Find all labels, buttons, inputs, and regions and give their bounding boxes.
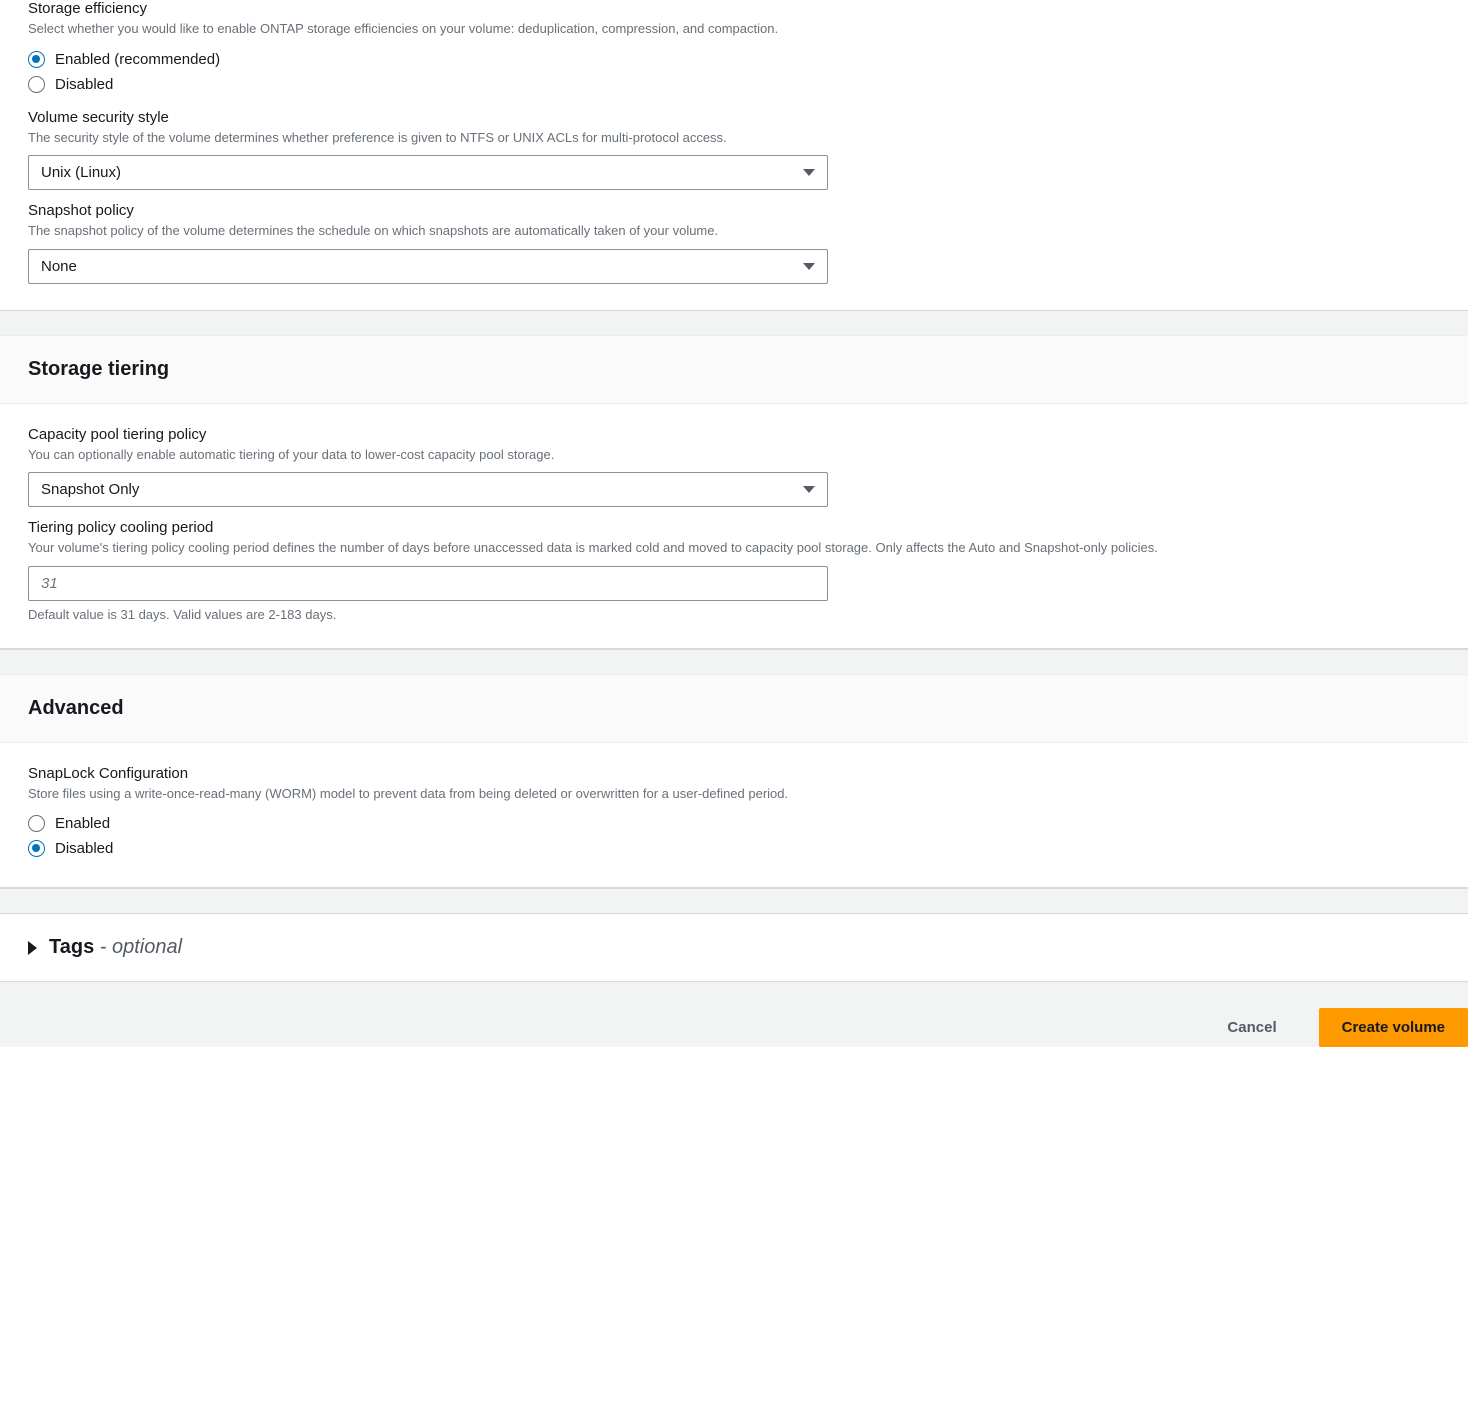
snaplock-enabled-label: Enabled [55,815,110,832]
snaplock-enabled-radio[interactable]: Enabled [28,811,1440,836]
tags-expander[interactable]: Tags - optional [0,913,1468,982]
volume-security-desc: The security style of the volume determi… [28,128,1440,148]
storage-efficiency-enabled-label: Enabled (recommended) [55,51,220,68]
volume-security-value: Unix (Linux) [41,164,121,181]
cooling-period-hint: Default value is 31 days. Valid values a… [28,607,1440,622]
capacity-pool-desc: You can optionally enable automatic tier… [28,445,1440,465]
capacity-pool-label: Capacity pool tiering policy [28,426,1440,443]
capacity-pool-select[interactable]: Snapshot Only [28,472,828,507]
tags-suffix: - optional [94,936,182,958]
volume-security-select[interactable]: Unix (Linux) [28,155,828,190]
snapshot-policy-desc: The snapshot policy of the volume determ… [28,221,1440,241]
storage-efficiency-enabled-radio[interactable]: Enabled (recommended) [28,47,1440,72]
storage-efficiency-desc: Select whether you would like to enable … [28,19,1440,39]
caret-down-icon [803,169,815,176]
snapshot-policy-select[interactable]: None [28,249,828,284]
tags-title: Tags [49,936,94,958]
radio-icon [28,815,45,832]
volume-security-label: Volume security style [28,109,1440,126]
caret-down-icon [803,263,815,270]
create-volume-button[interactable]: Create volume [1319,1008,1468,1047]
storage-efficiency-disabled-radio[interactable]: Disabled [28,72,1440,97]
snaplock-desc: Store files using a write-once-read-many… [28,784,1440,804]
snaplock-disabled-radio[interactable]: Disabled [28,836,1440,861]
storage-tiering-title: Storage tiering [28,358,1440,381]
radio-icon-selected [28,51,45,68]
storage-efficiency-label: Storage efficiency [28,0,1440,17]
snaplock-disabled-label: Disabled [55,840,113,857]
radio-icon [28,76,45,93]
cooling-period-desc: Your volume's tiering policy cooling per… [28,538,1440,558]
snapshot-policy-value: None [41,258,77,275]
radio-icon-selected [28,840,45,857]
snaplock-label: SnapLock Configuration [28,765,1440,782]
cooling-period-label: Tiering policy cooling period [28,519,1440,536]
storage-efficiency-disabled-label: Disabled [55,76,113,93]
caret-down-icon [803,486,815,493]
advanced-title: Advanced [28,697,1440,720]
cooling-period-input[interactable] [28,566,828,601]
cancel-button[interactable]: Cancel [1205,1009,1298,1046]
snapshot-policy-label: Snapshot policy [28,202,1440,219]
capacity-pool-value: Snapshot Only [41,481,139,498]
triangle-right-icon [28,941,37,955]
